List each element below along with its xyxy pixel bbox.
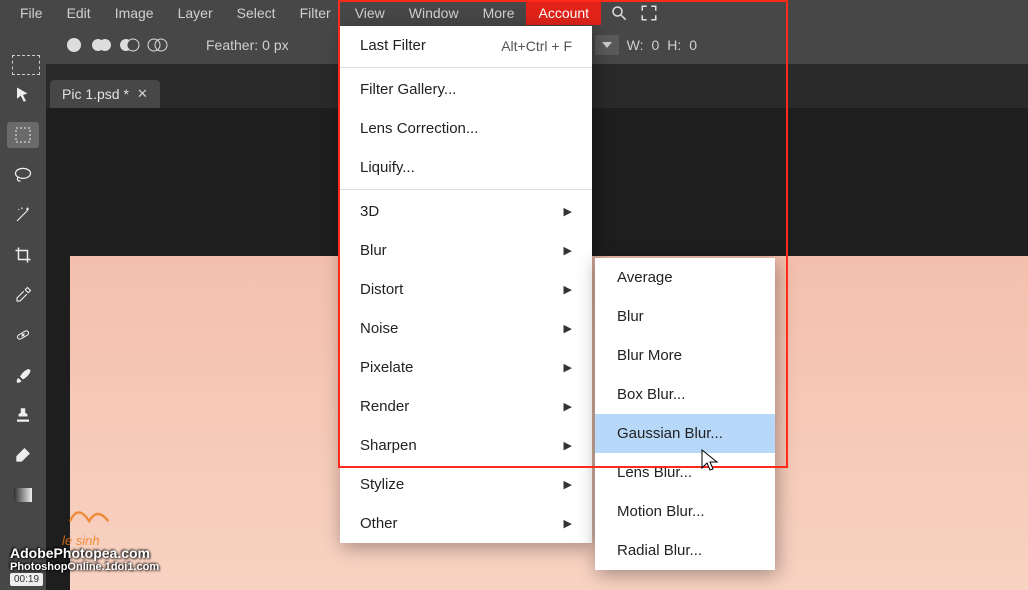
submenuitem-average[interactable]: Average	[595, 258, 775, 297]
menuitem-sharpen[interactable]: Sharpen▶	[340, 426, 592, 465]
eyedropper-tool-icon[interactable]	[7, 282, 39, 308]
menuitem-filter-gallery[interactable]: Filter Gallery...	[340, 70, 592, 109]
menuitem-lens-correction[interactable]: Lens Correction...	[340, 109, 592, 148]
menuitem-render[interactable]: Render▶	[340, 387, 592, 426]
submenuitem-lens-blur[interactable]: Lens Blur...	[595, 453, 775, 492]
search-icon[interactable]	[607, 1, 631, 25]
lasso-tool-icon[interactable]	[7, 162, 39, 188]
submenu-arrow-icon: ▶	[564, 478, 572, 491]
menuitem-liquify[interactable]: Liquify...	[340, 148, 592, 187]
menuitem-3d[interactable]: 3D▶	[340, 192, 592, 231]
menu-image[interactable]: Image	[103, 1, 166, 25]
tab-title: Pic 1.psd *	[62, 86, 129, 102]
width-label: W:	[627, 37, 644, 53]
menu-window[interactable]: Window	[397, 1, 471, 25]
submenuitem-blur-more[interactable]: Blur More	[595, 336, 775, 375]
feather-value[interactable]: 0 px	[262, 37, 288, 53]
submenuitem-motion-blur[interactable]: Motion Blur...	[595, 492, 775, 531]
menu-layer[interactable]: Layer	[166, 1, 225, 25]
menu-edit[interactable]: Edit	[55, 1, 103, 25]
submenu-arrow-icon: ▶	[564, 400, 572, 413]
menu-more[interactable]: More	[471, 1, 527, 25]
eraser-tool-icon[interactable]	[7, 442, 39, 468]
submenuitem-blur[interactable]: Blur	[595, 297, 775, 336]
feather-label: Feather:	[206, 37, 258, 53]
menu-file[interactable]: File	[8, 1, 55, 25]
brand-watermark-canvas: le sinh	[62, 500, 118, 548]
style-dropdown-icon[interactable]	[595, 35, 619, 55]
width-value[interactable]: 0	[651, 37, 659, 53]
site-watermark-1: AdobePhotopea.com	[10, 545, 150, 561]
submenu-arrow-icon: ▶	[564, 283, 572, 296]
submenu-arrow-icon: ▶	[564, 322, 572, 335]
healing-tool-icon[interactable]	[7, 322, 39, 348]
feather-group: Feather: 0 px	[206, 37, 289, 53]
menuitem-blur[interactable]: Blur▶	[340, 231, 592, 270]
blur-submenu: Average Blur Blur More Box Blur... Gauss…	[595, 258, 775, 570]
wh-group: W: 0 H: 0	[595, 35, 697, 55]
submenu-arrow-icon: ▶	[564, 361, 572, 374]
magic-wand-tool-icon[interactable]	[7, 202, 39, 228]
shape-subtract-icon[interactable]	[118, 33, 142, 57]
video-timestamp: 00:19	[10, 573, 43, 586]
filter-dropdown: Last Filter Alt+Ctrl + F Filter Gallery.…	[340, 26, 592, 543]
menubar: File Edit Image Layer Select Filter View…	[0, 0, 1028, 26]
stamp-tool-icon[interactable]	[7, 402, 39, 428]
menu-view[interactable]: View	[343, 1, 397, 25]
menu-filter[interactable]: Filter	[288, 1, 343, 25]
menuitem-distort[interactable]: Distort▶	[340, 270, 592, 309]
site-watermark-2: PhotoshopOnline.1doi1.com	[10, 561, 159, 573]
menu-account[interactable]: Account	[526, 1, 601, 25]
submenu-arrow-icon: ▶	[564, 439, 572, 452]
marquee-tool-preview-icon	[12, 55, 40, 75]
close-tab-icon[interactable]: ✕	[137, 86, 148, 102]
gradient-tool-icon[interactable]	[7, 482, 39, 508]
shape-add-icon[interactable]	[90, 33, 114, 57]
shape-intersect-icon[interactable]	[146, 33, 170, 57]
crop-tool-icon[interactable]	[7, 242, 39, 268]
menuitem-last-filter[interactable]: Last Filter Alt+Ctrl + F	[340, 26, 592, 65]
submenuitem-radial-blur[interactable]: Radial Blur...	[595, 531, 775, 570]
document-tab[interactable]: Pic 1.psd * ✕	[50, 80, 160, 108]
brush-tool-icon[interactable]	[7, 362, 39, 388]
menuitem-pixelate[interactable]: Pixelate▶	[340, 348, 592, 387]
submenuitem-box-blur[interactable]: Box Blur...	[595, 375, 775, 414]
selection-shape-cluster	[62, 33, 170, 57]
toolbox	[0, 64, 46, 590]
height-label: H:	[667, 37, 681, 53]
submenu-arrow-icon: ▶	[564, 205, 572, 218]
menu-select[interactable]: Select	[225, 1, 288, 25]
height-value[interactable]: 0	[689, 37, 697, 53]
menuitem-noise[interactable]: Noise▶	[340, 309, 592, 348]
shortcut-label: Alt+Ctrl + F	[501, 38, 572, 54]
fullscreen-icon[interactable]	[637, 1, 661, 25]
shape-single-icon[interactable]	[62, 33, 86, 57]
move-tool-icon[interactable]	[7, 82, 39, 108]
submenu-arrow-icon: ▶	[564, 517, 572, 530]
marquee-tool-icon[interactable]	[7, 122, 39, 148]
menuitem-stylize[interactable]: Stylize▶	[340, 465, 592, 504]
menuitem-other[interactable]: Other▶	[340, 504, 592, 543]
submenu-arrow-icon: ▶	[564, 244, 572, 257]
submenuitem-gaussian-blur[interactable]: Gaussian Blur...	[595, 414, 775, 453]
